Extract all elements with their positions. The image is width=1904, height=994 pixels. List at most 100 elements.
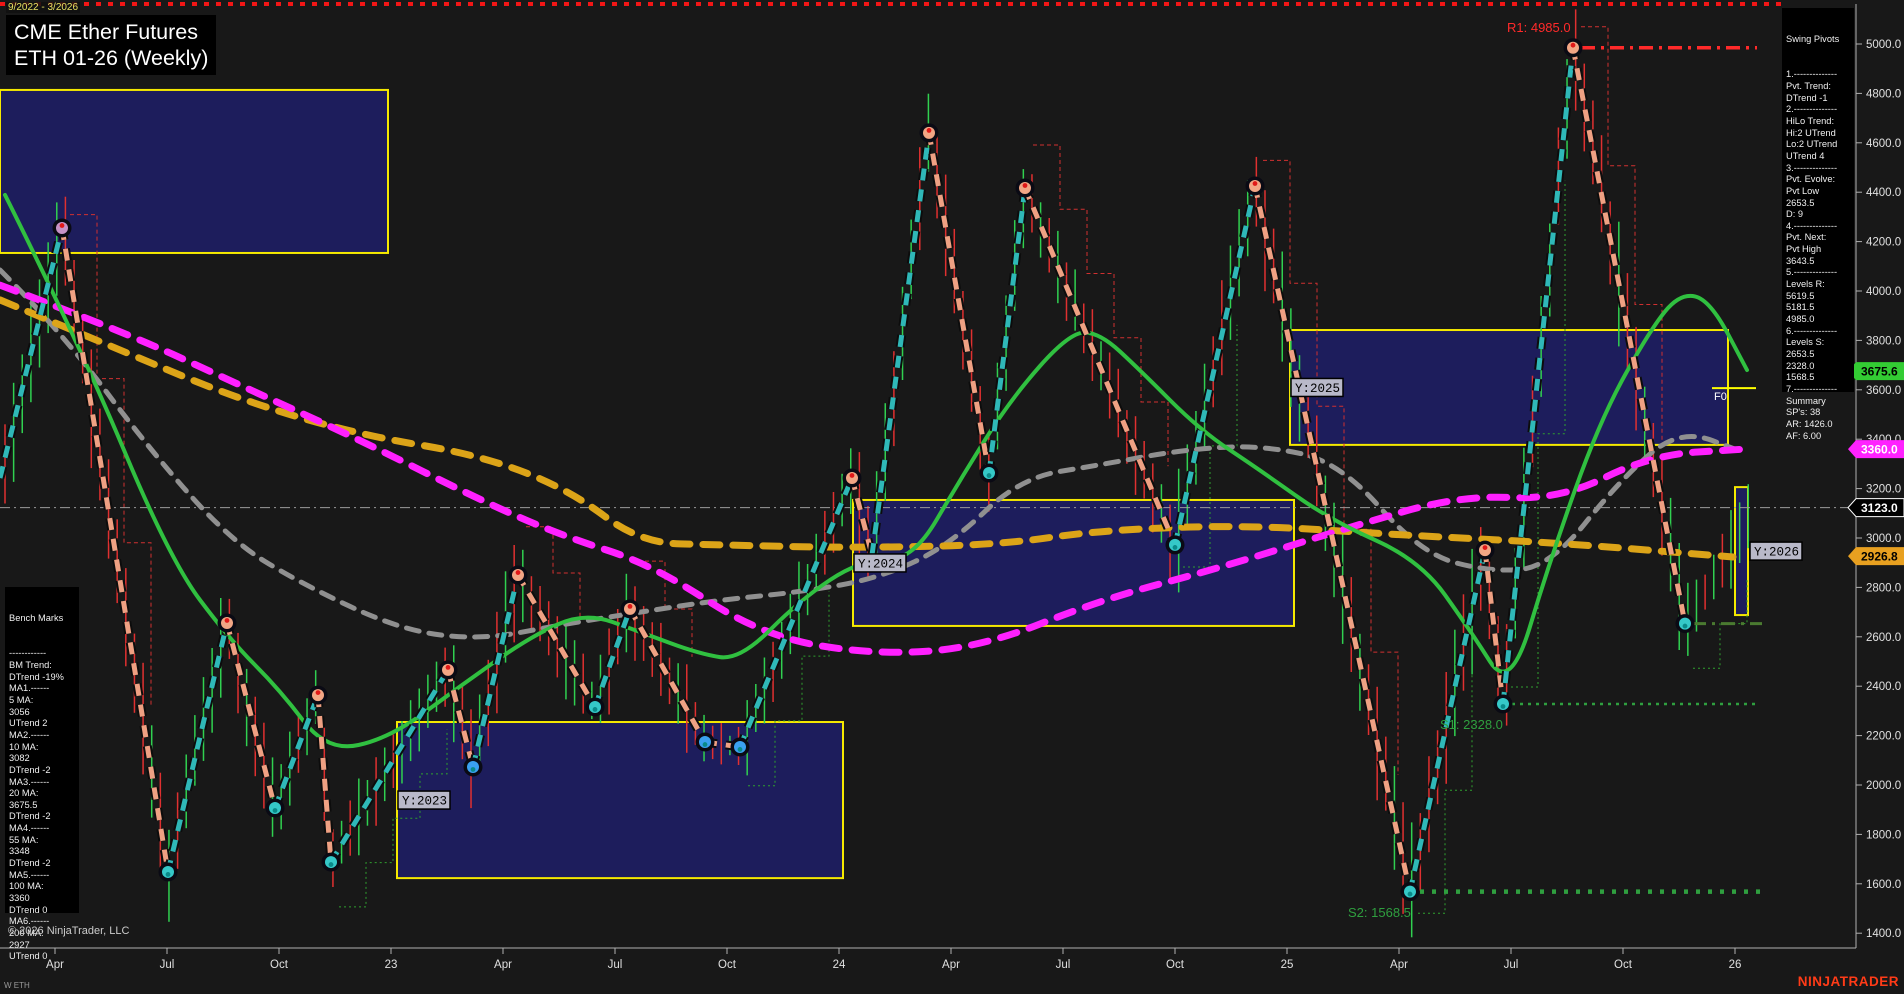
- bench-marks-title: Bench Marks: [9, 613, 75, 625]
- panel-line: D: 9: [1786, 209, 1850, 221]
- series-tag: W ETH: [4, 981, 30, 990]
- time-tick-label[interactable]: Oct: [270, 959, 289, 971]
- pivot-marker-dot: [1483, 545, 1488, 550]
- panel-line: 2653.5: [1786, 198, 1850, 210]
- panel-line: MA1.------: [9, 683, 75, 695]
- panel-line: 5181.5: [1786, 302, 1850, 314]
- copyright-watermark: © 2026 NinjaTrader, LLC: [8, 925, 129, 937]
- panel-line: AF: 6.00: [1786, 431, 1850, 443]
- panel-line: 3675.5: [9, 800, 75, 812]
- panel-line: Levels R:: [1786, 279, 1850, 291]
- pivot-marker-dot: [927, 128, 932, 133]
- panel-line: 5619.5: [1786, 291, 1850, 303]
- stop-step-line-red: [526, 527, 580, 620]
- time-tick-label[interactable]: Jul: [160, 959, 175, 971]
- price-tick-label[interactable]: 4000.0: [1866, 286, 1901, 298]
- panel-line: 100 MA:: [9, 881, 75, 893]
- time-tick-label[interactable]: 23: [385, 959, 398, 971]
- swing-leg-up: [740, 478, 852, 747]
- ma-line-20-ma: [5, 195, 1747, 746]
- price-tick-label[interactable]: 4800.0: [1866, 88, 1901, 100]
- pivot-marker-dot: [1023, 183, 1028, 188]
- swing-leg-up: [0, 228, 62, 478]
- bench-marks-lines: ------------BM Trend:DTrend -19%MA1.----…: [9, 648, 75, 963]
- time-tick-label[interactable]: 24: [833, 959, 846, 971]
- swing-pivots-lines: 1.--------------Pvt. Trend:DTrend -12.--…: [1786, 69, 1850, 442]
- panel-line: Lo:2 UTrend: [1786, 139, 1850, 151]
- price-badge-value: 3123.0: [1861, 501, 1898, 515]
- panel-line: 3348: [9, 846, 75, 858]
- price-tick-label[interactable]: 4400.0: [1866, 187, 1901, 199]
- panel-line: 2927: [9, 940, 75, 952]
- price-tick-label[interactable]: 2000.0: [1866, 780, 1901, 792]
- pivot-marker-dot: [850, 473, 855, 478]
- panel-line: MA5.------: [9, 870, 75, 882]
- chart-canvas[interactable]: R1: 4985.0S1: 2328.0S2: 1568.5F0Y:2023Y:…: [0, 0, 1904, 994]
- price-badge-value: 3675.6: [1861, 365, 1898, 379]
- pivot-marker-dot: [1173, 545, 1178, 550]
- pivot-marker-dot: [316, 690, 321, 695]
- year-range-box: [1735, 487, 1748, 615]
- time-tick-label[interactable]: Oct: [1166, 959, 1185, 971]
- panel-line: ------------: [9, 648, 75, 660]
- price-tick-label[interactable]: 2200.0: [1866, 731, 1901, 743]
- swing-pivots-panel: Swing Pivots 1.--------------Pvt. Trend:…: [1782, 8, 1854, 392]
- price-tick-label[interactable]: 4600.0: [1866, 138, 1901, 150]
- price-tick-label[interactable]: 3200.0: [1866, 484, 1901, 496]
- panel-line: DTrend -2: [9, 811, 75, 823]
- price-tick-label[interactable]: 5000.0: [1866, 39, 1901, 51]
- panel-line: 4985.0: [1786, 314, 1850, 326]
- panel-line: SP's: 38: [1786, 407, 1850, 419]
- panel-line: 3082: [9, 753, 75, 765]
- swing-leg-up: [1175, 186, 1255, 545]
- price-tick-label[interactable]: 2400.0: [1866, 681, 1901, 693]
- price-tick-label[interactable]: 2600.0: [1866, 632, 1901, 644]
- price-tick-label[interactable]: 4200.0: [1866, 237, 1901, 249]
- swing-pivots-title: Swing Pivots: [1786, 34, 1850, 46]
- time-tick-label[interactable]: Oct: [1614, 959, 1633, 971]
- time-tick-label[interactable]: Jul: [1504, 959, 1519, 971]
- price-tick-label[interactable]: 3800.0: [1866, 335, 1901, 347]
- panel-line: Pvt Low: [1786, 186, 1850, 198]
- price-tick-label[interactable]: 1800.0: [1866, 829, 1901, 841]
- year-label: Y:2026: [1754, 546, 1799, 560]
- pivot-marker-dot: [60, 223, 65, 228]
- pivot-marker-dot: [273, 808, 278, 813]
- level-label-s2: S2: 1568.5: [1348, 905, 1411, 920]
- price-tick-label[interactable]: 3000.0: [1866, 533, 1901, 545]
- price-tick-label[interactable]: 1400.0: [1866, 928, 1901, 940]
- pivot-marker-dot: [471, 767, 476, 772]
- price-tick-label[interactable]: 2800.0: [1866, 582, 1901, 594]
- panel-line: Pvt High: [1786, 244, 1850, 256]
- panel-line: Pvt. Next:: [1786, 232, 1850, 244]
- chart-date-range: 9/2022 - 3/2026: [6, 2, 80, 13]
- pivot-marker-dot: [987, 473, 992, 478]
- time-tick-label[interactable]: Apr: [494, 959, 512, 971]
- panel-line: 4.--------------: [1786, 221, 1850, 233]
- time-tick-label[interactable]: Jul: [608, 959, 623, 971]
- panel-line: 55 MA:: [9, 835, 75, 847]
- pivot-marker-dot: [1683, 624, 1688, 629]
- panel-line: MA2.------: [9, 730, 75, 742]
- panel-line: 5.--------------: [1786, 267, 1850, 279]
- panel-line: 3643.5: [1786, 256, 1850, 268]
- year-label: Y:2023: [402, 795, 447, 809]
- time-tick-label[interactable]: 25: [1281, 959, 1294, 971]
- panel-line: Pvt. Trend:: [1786, 81, 1850, 93]
- pivot-marker-dot: [1408, 892, 1413, 897]
- price-tick-label[interactable]: 1600.0: [1866, 879, 1901, 891]
- time-tick-label[interactable]: Apr: [1390, 959, 1408, 971]
- time-tick-label[interactable]: Jul: [1056, 959, 1071, 971]
- price-tick-label[interactable]: 3600.0: [1866, 385, 1901, 397]
- panel-line: DTrend -19%: [9, 672, 75, 684]
- time-tick-label[interactable]: Oct: [718, 959, 737, 971]
- year-range-box: [397, 722, 843, 878]
- time-tick-label[interactable]: Apr: [942, 959, 960, 971]
- panel-line: 7.--------------: [1786, 384, 1850, 396]
- panel-line: 20 MA:: [9, 788, 75, 800]
- time-tick-label[interactable]: 26: [1729, 959, 1742, 971]
- swing-leg-down: [227, 623, 275, 808]
- panel-line: Pvt. Evolve:: [1786, 174, 1850, 186]
- ninjatrader-logo: NINJATRADER: [1798, 974, 1899, 989]
- stop-step-line-red: [70, 215, 151, 707]
